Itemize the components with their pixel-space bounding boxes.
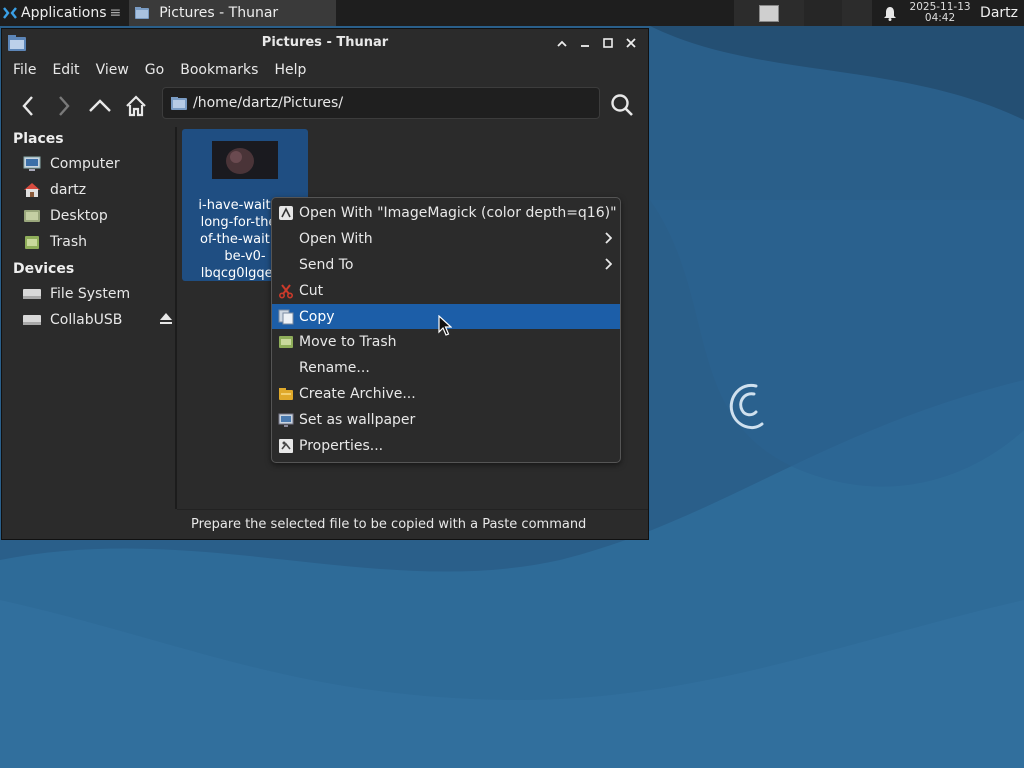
copy-icon (278, 309, 294, 325)
close-button[interactable] (619, 33, 642, 53)
menu-item-set-as-wallpaper[interactable]: Set as wallpaper (272, 407, 620, 433)
minimize-button[interactable] (573, 33, 596, 53)
sidebar-item-label: Computer (50, 156, 120, 172)
toolbar: /home/dartz/Pictures/ (2, 83, 648, 129)
menu-item-open-with[interactable]: Open With (272, 226, 620, 252)
maximize-button[interactable] (596, 33, 619, 53)
devices-heading: Devices (13, 261, 75, 277)
usb-drive-icon (22, 311, 42, 329)
back-button[interactable] (10, 88, 46, 124)
workspace-1[interactable] (759, 4, 780, 22)
menu-go[interactable]: Go (137, 62, 172, 78)
properties-icon (279, 439, 293, 453)
sidebar-item-label: Trash (50, 234, 87, 250)
sidebar-item-label: dartz (50, 182, 87, 198)
minimize-icon (580, 45, 589, 47)
maximize-icon (602, 38, 613, 48)
places-heading: Places (13, 131, 64, 147)
home-icon (126, 95, 146, 117)
folder-icon (135, 7, 150, 19)
search-button[interactable] (604, 87, 640, 123)
close-icon (625, 38, 636, 48)
panel-plugin-area (804, 0, 843, 26)
chevron-right-icon (605, 258, 612, 270)
notifications-bell-icon[interactable] (872, 6, 908, 21)
applications-label: Applications (21, 5, 107, 21)
scissors-icon (278, 284, 294, 299)
xfce-logo-icon (3, 7, 17, 19)
imagemagick-icon (279, 206, 293, 220)
archive-icon (279, 388, 293, 400)
menu-help[interactable]: Help (266, 62, 314, 78)
menu-bar: File Edit View Go Bookmarks Help (2, 57, 648, 83)
menu-item-cut[interactable]: Cut (272, 278, 620, 304)
up-arrow-icon (89, 99, 111, 112)
menu-bookmarks[interactable]: Bookmarks (172, 62, 266, 78)
shade-button[interactable] (550, 33, 573, 53)
menu-more-icon: ≡ (109, 5, 122, 21)
menu-edit[interactable]: Edit (44, 62, 87, 78)
status-bar: Prepare the selected file to be copied w… (177, 509, 648, 539)
sidebar: Places Computer dartz Desktop Trash Devi… (2, 127, 175, 509)
sidebar-item-dartz[interactable]: dartz (2, 177, 175, 203)
trash-icon (22, 233, 42, 251)
search-icon (611, 94, 633, 116)
location-bar[interactable]: /home/dartz/Pictures/ (162, 87, 600, 119)
eject-icon[interactable] (159, 312, 173, 329)
forward-arrow-icon (59, 96, 70, 116)
back-arrow-icon (22, 96, 33, 116)
home-folder-icon (22, 181, 42, 199)
sidebar-item-file-system[interactable]: File System (2, 281, 175, 307)
sidebar-item-desktop[interactable]: Desktop (2, 203, 175, 229)
menu-item-open-with-imagemagick[interactable]: Open With "ImageMagick (color depth=q16)… (272, 200, 620, 226)
menu-view[interactable]: View (88, 62, 137, 78)
image-thumbnail (212, 141, 278, 179)
clock[interactable]: 2025-11-13 04:42 (908, 2, 972, 24)
user-menu[interactable]: Dartz (972, 5, 1024, 21)
menu-item-create-archive[interactable]: Create Archive... (272, 381, 620, 407)
menu-item-properties[interactable]: Properties... (272, 433, 620, 459)
sidebar-item-computer[interactable]: Computer (2, 151, 175, 177)
chevron-right-icon (605, 232, 612, 244)
mouse-cursor-icon (438, 315, 452, 336)
drive-icon (22, 285, 42, 303)
forward-button[interactable] (46, 88, 82, 124)
clock-time: 04:42 (924, 12, 956, 24)
sidebar-item-trash[interactable]: Trash (2, 229, 175, 255)
menu-file[interactable]: File (5, 62, 44, 78)
up-button[interactable] (82, 88, 118, 124)
folder-icon (171, 96, 187, 110)
trash-icon (279, 336, 293, 348)
computer-icon (22, 155, 42, 173)
sidebar-item-collabusb[interactable]: CollabUSB (2, 307, 175, 333)
taskbar-item-thunar[interactable]: Pictures - Thunar (129, 0, 337, 26)
taskbar-item-label: Pictures - Thunar (159, 5, 279, 21)
wallpaper-icon (278, 413, 294, 427)
menu-item-send-to[interactable]: Send To (272, 252, 620, 278)
sidebar-item-label: File System (50, 286, 131, 302)
top-panel: Applications ≡ Pictures - Thunar 2025-11… (0, 0, 1024, 26)
chevron-up-icon (556, 40, 567, 47)
home-button[interactable] (118, 88, 154, 124)
desktop-icon (22, 207, 42, 225)
workspace-switcher[interactable] (734, 0, 805, 26)
panel-plugin-area-2 (842, 0, 873, 26)
sidebar-item-label: Desktop (50, 208, 108, 224)
title-bar[interactable]: Pictures - Thunar (2, 29, 648, 57)
location-path: /home/dartz/Pictures/ (193, 95, 344, 111)
applications-menu-button[interactable]: Applications ≡ (0, 0, 125, 26)
menu-item-rename[interactable]: Rename... (272, 355, 620, 381)
sidebar-item-label: CollabUSB (50, 312, 123, 328)
